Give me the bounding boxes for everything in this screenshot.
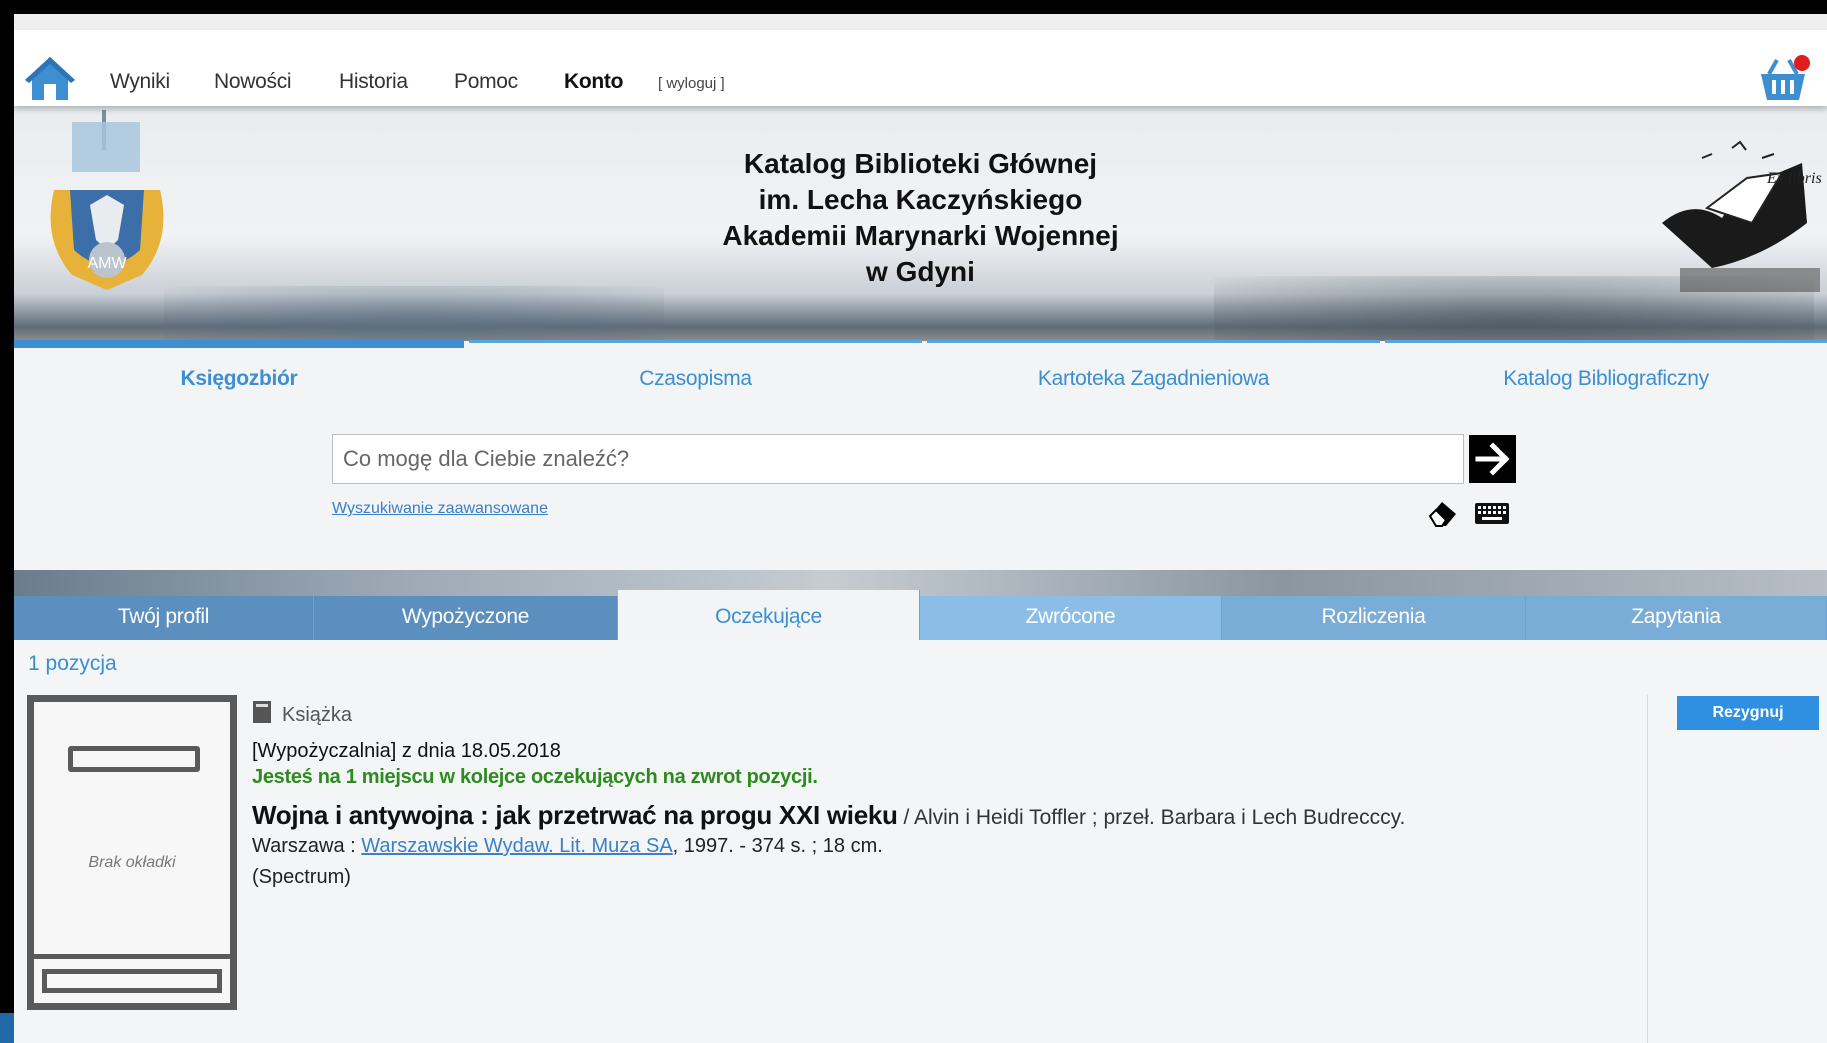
nav-item-konto[interactable]: Konto — [564, 70, 623, 94]
cancel-reservation-button[interactable]: Rezygnuj — [1677, 696, 1819, 730]
keyboard-icon[interactable] — [1474, 500, 1510, 526]
corner-decoration — [0, 1013, 14, 1043]
page-frame: Wyniki Nowości Historia Pomoc Konto [ wy… — [14, 14, 1827, 1043]
search-submit-button[interactable] — [1469, 435, 1516, 483]
ex-libris-logo-icon: Ex libris — [1662, 140, 1822, 292]
tab-twoj-profil[interactable]: Twój profil — [14, 596, 314, 640]
account-tabs: Twój profil Wypożyczone Oczekujące Zwróc… — [14, 570, 1827, 640]
logout-link[interactable]: [ wyloguj ] — [658, 75, 725, 92]
pub-place: Warszawa : — [252, 835, 362, 857]
arrow-right-icon — [1475, 442, 1510, 476]
search-input[interactable] — [332, 434, 1464, 484]
nav-item-historia[interactable]: Historia — [339, 70, 408, 94]
nav-item-nowosci[interactable]: Nowości — [214, 70, 292, 94]
top-navigation: Wyniki Nowości Historia Pomoc Konto [ wy… — [14, 14, 1827, 106]
tab-ksiegozbior[interactable]: Księgozbiór — [14, 340, 464, 400]
tab-zapytania[interactable]: Zapytania — [1526, 596, 1827, 640]
divider — [1647, 695, 1648, 1043]
tab-kartoteka-zagadnieniowa[interactable]: Kartoteka Zagadnieniowa — [927, 340, 1380, 400]
book-cover-placeholder: Brak okładki — [27, 695, 237, 1010]
result-count: 1 pozycja — [28, 652, 117, 675]
title-line: w Gdyni — [866, 256, 975, 287]
item-title-line: Wojna i antywojna : jak przetrwać na pro… — [252, 800, 1405, 831]
tab-oczekujace[interactable]: Oczekujące — [618, 590, 920, 640]
title-line: Akademii Marynarki Wojennej — [722, 220, 1119, 251]
title-line: im. Lecha Kaczyńskiego — [758, 184, 1083, 215]
pub-details: , 1997. - 374 s. ; 18 cm. — [672, 835, 883, 857]
header-banner: AMW Katalog Biblioteki Głównej im. Lecha… — [14, 106, 1827, 341]
item-title: Wojna i antywojna : jak przetrwać na pro… — [252, 800, 898, 830]
nav-item-pomoc[interactable]: Pomoc — [454, 70, 518, 94]
tab-katalog-bibliograficzny[interactable]: Katalog Bibliograficzny — [1385, 340, 1827, 400]
advanced-search-link[interactable]: Wyszukiwanie zaawansowane — [332, 500, 548, 518]
tab-zwrocone[interactable]: Zwrócone — [920, 596, 1222, 640]
title-line: Katalog Biblioteki Głównej — [743, 148, 1098, 179]
nav-item-wyniki[interactable]: Wyniki — [110, 70, 170, 94]
no-cover-label: Brak okładki — [88, 854, 176, 871]
item-type: Książka — [282, 704, 353, 726]
basket-icon[interactable] — [1755, 54, 1811, 106]
home-icon[interactable] — [22, 54, 78, 102]
reservations-list: 1 pozycja Brak okładki Książka [Wypożycz… — [14, 640, 1827, 1043]
catalog-tabs: Księgozbiór Czasopisma Kartoteka Zagadni… — [14, 340, 1827, 400]
series-info: (Spectrum) — [252, 866, 351, 888]
tab-wypozyczone[interactable]: Wypożyczone — [314, 596, 618, 640]
publication-info: Warszawa : Warszawskie Wydaw. Lit. Muza … — [252, 835, 883, 858]
page-title: Katalog Biblioteki Głównej im. Lecha Kac… — [14, 146, 1827, 290]
order-info: [Wypożyczalnia] z dnia 18.05.2018 — [252, 740, 561, 762]
book-icon — [253, 701, 271, 723]
search-area: Wyszukiwanie zaawansowane — [14, 400, 1827, 570]
item-responsibility: / Alvin i Heidi Toffler ; przeł. Barbara… — [897, 806, 1406, 829]
svg-text:Ex libris: Ex libris — [1766, 170, 1822, 187]
queue-status: Jesteś na 1 miejscu w kolejce oczekujący… — [252, 766, 818, 788]
tab-czasopisma[interactable]: Czasopisma — [469, 340, 922, 400]
tab-rozliczenia[interactable]: Rozliczenia — [1222, 596, 1526, 640]
cart-badge-icon — [1794, 55, 1810, 71]
publisher-link[interactable]: Warszawskie Wydaw. Lit. Muza SA — [361, 835, 672, 857]
eraser-icon[interactable] — [1426, 498, 1460, 528]
